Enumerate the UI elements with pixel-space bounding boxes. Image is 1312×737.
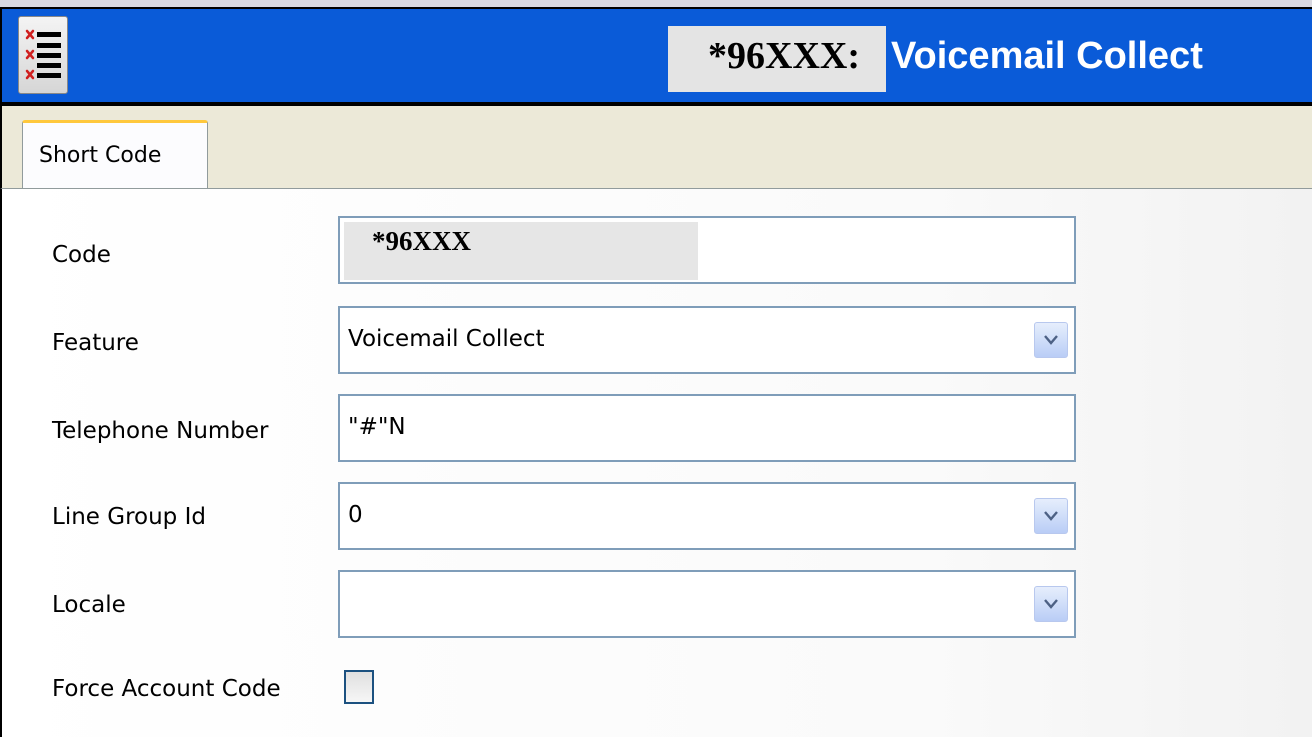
title-feature: Voicemail Collect bbox=[891, 35, 1203, 77]
telephone-number-label: Telephone Number bbox=[52, 418, 269, 444]
tab-short-code-label: Short Code bbox=[39, 143, 162, 168]
telephone-number-input[interactable]: "#"N bbox=[338, 394, 1076, 462]
list-icon[interactable] bbox=[18, 16, 68, 94]
line-group-id-label: Line Group Id bbox=[52, 504, 206, 530]
code-label: Code bbox=[52, 242, 111, 268]
force-account-code-label: Force Account Code bbox=[52, 676, 281, 702]
short-code-window: *96XXX: Voicemail Collect Short Code Cod… bbox=[0, 0, 1312, 737]
feature-value: Voicemail Collect bbox=[348, 326, 545, 352]
line-group-id-select[interactable]: 0 bbox=[338, 482, 1076, 550]
tab-strip: Short Code bbox=[0, 106, 1312, 192]
locale-select[interactable] bbox=[338, 570, 1076, 638]
telephone-number-value: "#"N bbox=[348, 414, 406, 440]
code-value: *96XXX bbox=[372, 226, 471, 256]
code-field[interactable]: *96XXX bbox=[338, 216, 1076, 284]
tab-short-code[interactable]: Short Code bbox=[22, 120, 208, 192]
title-bar-top-edge bbox=[0, 0, 1312, 7]
title-code: *96XXX: bbox=[708, 35, 860, 77]
chevron-down-icon[interactable] bbox=[1034, 498, 1068, 534]
line-group-id-value: 0 bbox=[348, 502, 363, 528]
feature-select[interactable]: Voicemail Collect bbox=[338, 306, 1076, 374]
force-account-code-checkbox[interactable] bbox=[344, 670, 374, 704]
chevron-down-icon[interactable] bbox=[1034, 586, 1068, 622]
feature-label: Feature bbox=[52, 330, 139, 356]
chevron-down-icon[interactable] bbox=[1034, 322, 1068, 358]
title-bar: *96XXX: Voicemail Collect bbox=[0, 0, 1312, 108]
locale-label: Locale bbox=[52, 592, 126, 618]
